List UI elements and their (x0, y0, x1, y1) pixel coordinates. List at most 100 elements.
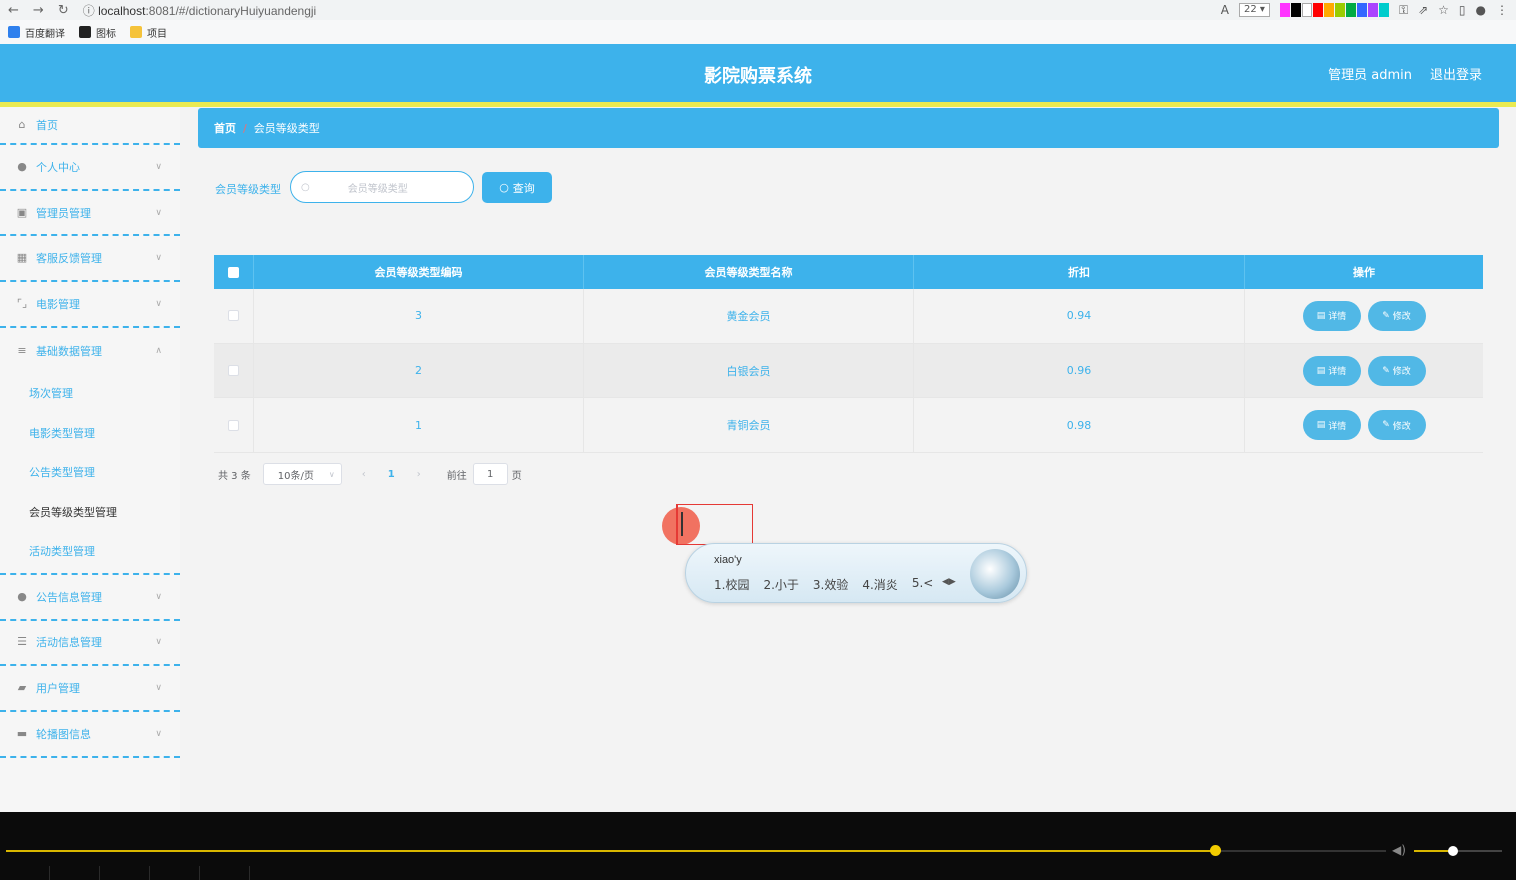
sidebar-item-profile[interactable]: ● 个人中心 ∨ (0, 145, 180, 191)
bookmark-project[interactable]: 项目 (130, 25, 167, 40)
detail-button[interactable]: ▤ 详情 (1302, 355, 1361, 386)
back-icon[interactable]: ← (8, 3, 19, 18)
volume-icon[interactable]: ◀) (1392, 843, 1406, 857)
sidebar-item-admins[interactable]: ▣ 管理员管理 ∨ (0, 191, 180, 237)
control-cell[interactable] (50, 866, 100, 880)
swatch[interactable] (1279, 3, 1290, 17)
ime-page-arrows-icon[interactable]: ◀▶ (942, 577, 956, 587)
row-checkbox[interactable] (228, 419, 239, 431)
user-icon: ● (17, 589, 27, 603)
swatch[interactable] (1301, 3, 1312, 17)
control-cell[interactable] (100, 866, 150, 880)
sidepanel-icon[interactable]: ▯ (1459, 3, 1466, 17)
key-icon[interactable]: ⚿ (1399, 3, 1408, 18)
app-title: 影院购票系统 (704, 66, 812, 87)
search-label: 会员等级类型 (215, 183, 281, 196)
volume-remaining[interactable] (1454, 850, 1502, 852)
submenu-item-member-levels[interactable]: 会员等级类型管理 (0, 492, 180, 532)
control-cell[interactable] (200, 866, 250, 880)
sidebar-item-carousel[interactable]: ▬ 轮播图信息 ∨ (0, 712, 180, 758)
select-all-checkbox[interactable] (228, 266, 239, 278)
detail-button[interactable]: ▤ 详情 (1302, 300, 1361, 331)
volume-handle[interactable] (1448, 846, 1458, 856)
chevron-down-icon: ∨ (328, 469, 335, 479)
row-checkbox[interactable] (228, 365, 239, 377)
profile-icon[interactable]: ● (1476, 3, 1486, 17)
zoom-select[interactable]: 22 ▾ (1239, 3, 1270, 17)
bookmark-baidu-translate[interactable]: 百度翻译 (8, 25, 65, 40)
edit-button[interactable]: ✎ 修改 (1367, 410, 1426, 441)
swatch[interactable] (1323, 3, 1334, 17)
menu-icon[interactable]: ⋮ (1496, 3, 1508, 17)
swatch[interactable] (1367, 3, 1378, 17)
edit-button[interactable]: ✎ 修改 (1367, 355, 1426, 386)
ime-candidate[interactable]: 3.效验 (813, 576, 848, 593)
sidebar-item-base-data[interactable]: ≡ 基础数据管理 ∧ (0, 328, 180, 374)
ime-candidate[interactable]: 1.校园 (714, 576, 749, 593)
goto-page-input[interactable]: 1 (472, 463, 508, 485)
sidebar-item-label: 管理员管理 (36, 206, 91, 220)
logout-link[interactable]: 退出登录 (1430, 64, 1482, 83)
row-select-cell (214, 398, 254, 453)
page-number[interactable]: 1 (388, 469, 395, 480)
search-button[interactable]: ○ 查询 (482, 172, 552, 203)
control-cell[interactable] (150, 866, 200, 880)
bookmark-icons[interactable]: 图标 (79, 25, 116, 40)
bookmark-label: 百度翻译 (25, 28, 65, 40)
info-icon: ⓘ (82, 3, 99, 18)
submenu-item-activity-types[interactable]: 活动类型管理 (0, 531, 180, 571)
url-field[interactable]: ⓘ localhost:8081/#/dictionaryHuiyuandeng… (83, 2, 317, 19)
share-icon[interactable]: ⇗ (1418, 3, 1428, 17)
swatch[interactable] (1378, 3, 1389, 17)
swatch[interactable] (1312, 3, 1323, 17)
breadcrumb-home[interactable]: 首页 (214, 120, 236, 136)
progress-remaining[interactable] (1216, 850, 1386, 852)
ime-candidate[interactable]: 2.小于 (763, 576, 798, 593)
page-size-select[interactable]: 10条/页 ∨ (262, 463, 342, 485)
control-cell[interactable] (0, 866, 50, 880)
sidebar-item-home[interactable]: ⌂ 首页 (0, 107, 180, 145)
search-input[interactable]: ○ 会员等级类型 (290, 171, 474, 203)
submenu-item-notice-types[interactable]: 公告类型管理 (0, 452, 180, 492)
sidebar-item-feedback[interactable]: ▦ 客服反馈管理 ∨ (0, 236, 180, 283)
sidebar-item-movies[interactable]: ⌜⌟ 电影管理 ∨ (0, 282, 180, 328)
control-strip (0, 866, 260, 880)
reload-icon[interactable]: ↻ (58, 3, 69, 18)
edit-button[interactable]: ✎ 修改 (1367, 300, 1426, 331)
document-icon: ▤ (1316, 420, 1326, 431)
submenu-item-sessions[interactable]: 场次管理 (0, 373, 180, 413)
ime-candidate[interactable]: 5.< (912, 576, 934, 593)
submenu-item-movie-types[interactable]: 电影类型管理 (0, 413, 180, 453)
color-swatches[interactable] (1279, 3, 1389, 17)
ime-candidate[interactable]: 4.消炎 (862, 576, 897, 593)
chevron-down-icon: ∨ (155, 683, 162, 694)
prev-page-button[interactable]: ‹ (362, 469, 366, 480)
url-host: localhost (98, 3, 146, 18)
grid-icon: ▦ (16, 251, 28, 265)
row-checkbox[interactable] (228, 310, 239, 322)
breadcrumb-separator: / (243, 121, 247, 135)
swatch[interactable] (1345, 3, 1356, 17)
forward-icon[interactable]: → (33, 3, 44, 18)
cell-name: 青铜会员 (584, 398, 914, 453)
sidebar-item-activities[interactable]: ☰ 活动信息管理 ∨ (0, 621, 180, 667)
sidebar-item-label: 首页 (36, 119, 58, 132)
swatch[interactable] (1356, 3, 1367, 17)
swatch[interactable] (1334, 3, 1345, 17)
star-icon[interactable]: ☆ (1438, 3, 1449, 17)
cell-actions: ▤ 详情 ✎ 修改 (1245, 344, 1483, 398)
sidebar-item-label: 公告信息管理 (36, 590, 102, 604)
bookmark-label: 图标 (96, 28, 116, 40)
detail-button[interactable]: ▤ 详情 (1302, 410, 1361, 441)
column-header: 折扣 (914, 255, 1245, 289)
progress-played[interactable] (6, 850, 1216, 852)
next-page-button[interactable]: › (417, 469, 421, 480)
progress-handle[interactable] (1210, 845, 1221, 856)
sidebar-item-notices[interactable]: ● 公告信息管理 ∨ (0, 575, 180, 621)
swatch[interactable] (1290, 3, 1301, 17)
cell-name: 白银会员 (584, 343, 914, 398)
sidebar-item-users[interactable]: ▰ 用户管理 ∨ (0, 666, 180, 712)
sidebar: ⌂ 首页 ● 个人中心 ∨ ▣ 管理员管理 ∨ ▦ 客服反馈管理 ∨ ⌜⌟ 电影… (0, 107, 180, 812)
font-icon[interactable]: A (1221, 3, 1229, 17)
admin-icon: ▣ (16, 205, 28, 219)
